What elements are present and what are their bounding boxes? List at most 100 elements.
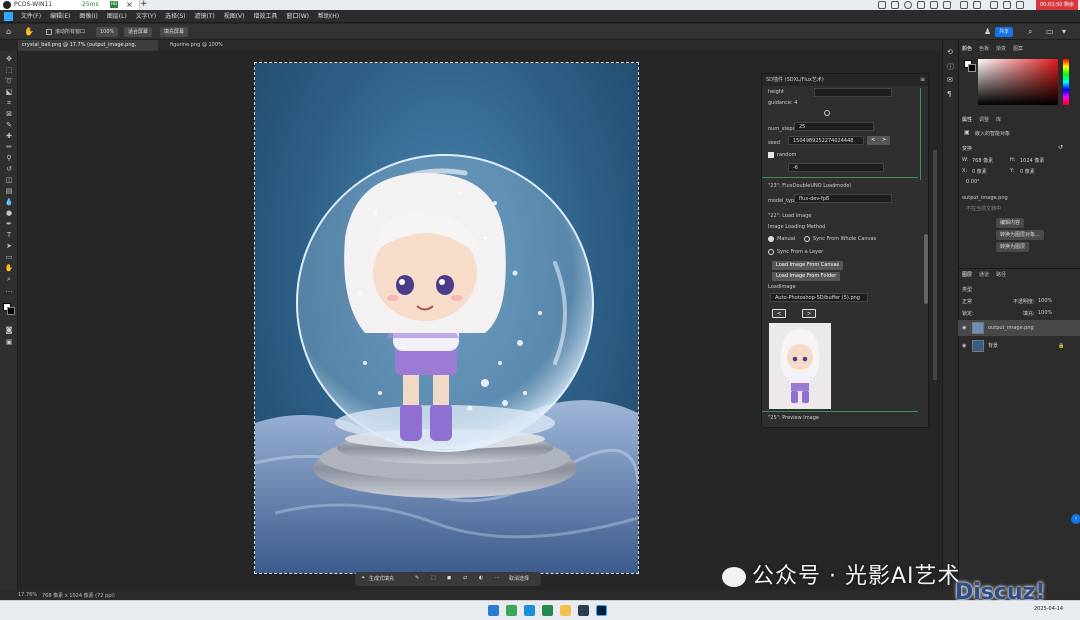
seed-input[interactable]: 1504989252274024448 [788, 136, 864, 145]
fit-screen-button[interactable]: 适合屏幕 [124, 27, 153, 37]
marquee-tool-icon[interactable]: ⬚ [4, 66, 14, 74]
menu-window[interactable]: 窗口(W) [286, 10, 309, 23]
bg-color-chip[interactable] [968, 64, 976, 72]
menu-layer[interactable]: 图层(L) [107, 10, 127, 23]
random-checkbox[interactable] [768, 152, 774, 158]
shape-tool-icon[interactable]: ▭ [4, 253, 14, 261]
loadimage-select[interactable]: Auto-Photoshop-SD/buffer (5).png [770, 293, 868, 302]
app-icon-green[interactable] [542, 605, 553, 616]
generative-fill-button[interactable]: 生成式填充 [369, 575, 394, 582]
brush-icon[interactable]: ✎ [415, 575, 419, 581]
background-color-swatch[interactable] [7, 307, 15, 315]
menu-type[interactable]: 文字(Y) [136, 10, 156, 23]
tab-paths[interactable]: 路径 [996, 271, 1006, 278]
pen-icon[interactable] [878, 1, 886, 9]
wechat-icon[interactable] [506, 605, 517, 616]
start-icon[interactable] [488, 605, 499, 616]
h-value[interactable]: 1024 像素 [1020, 157, 1044, 164]
adjust-icon[interactable]: ◐ [479, 575, 483, 581]
load-from-canvas-button[interactable]: Load Image From Canvas [772, 261, 844, 270]
healing-tool-icon[interactable]: ✚ [4, 132, 14, 140]
menu-select[interactable]: 选择(S) [165, 10, 186, 23]
height-input[interactable] [814, 88, 892, 97]
tab-layers[interactable]: 图层 [962, 271, 972, 278]
eyedropper-tool-icon[interactable]: ✎ [4, 121, 14, 129]
frame-tool-icon[interactable]: ⊠ [4, 110, 14, 118]
transform-icon[interactable]: ⬚ [431, 575, 436, 581]
menu-help[interactable]: 帮助(H) [318, 10, 339, 23]
image-next-button[interactable]: > [802, 309, 817, 318]
undo-icon[interactable] [960, 1, 968, 9]
arrow-icon[interactable] [917, 1, 925, 9]
arrange-icon[interactable]: ▾ [1062, 27, 1066, 36]
tab-gradients[interactable]: 渐变 [996, 45, 1006, 52]
layer-filter-select[interactable]: 类型 [962, 286, 972, 293]
menu-file[interactable]: 文件(F) [21, 10, 41, 23]
search-icon[interactable]: ⌕ [1028, 27, 1032, 37]
history-panel-icon[interactable]: ⟲ [947, 48, 953, 56]
tab-properties[interactable]: 属性 [962, 116, 972, 123]
close-icon[interactable] [1016, 1, 1024, 9]
eraser-tool-icon[interactable]: ◫ [4, 176, 14, 184]
lasso-tool-icon[interactable]: ➰ [4, 77, 14, 85]
plugin-scrollbar[interactable] [924, 234, 928, 304]
reset-transform-icon[interactable]: ↺ [1058, 144, 1063, 151]
object-select-tool-icon[interactable]: ⬕ [4, 88, 14, 96]
guidance-slider-knob[interactable] [824, 110, 830, 116]
tab-crystal-ball[interactable]: crystal_ball.png @ 17.7% (output_image.p… [18, 40, 158, 59]
tab-adjustments[interactable]: 调整 [979, 116, 989, 123]
menu-plugins[interactable]: 增效工具 [253, 10, 277, 23]
screen-mode-icon[interactable]: ▣ [4, 338, 14, 346]
more-icon[interactable]: ⋯ [495, 575, 500, 581]
invert-icon[interactable]: ⇄ [463, 575, 467, 581]
visibility-eye-icon[interactable]: ◉ [962, 338, 966, 354]
visibility-eye-icon[interactable]: ◉ [962, 320, 966, 336]
layer-row-background[interactable]: ◉ 背景 🔒 [958, 338, 1080, 354]
menu-edit[interactable]: 编辑(E) [50, 10, 70, 23]
new-tab-icon[interactable]: + [140, 0, 148, 9]
edge-icon[interactable] [524, 605, 535, 616]
text-icon[interactable] [930, 1, 938, 9]
person-icon[interactable]: ♟ [984, 27, 991, 36]
rasterize-button[interactable]: 转换为图层 [996, 242, 1030, 252]
home-icon[interactable]: ⌂ [6, 27, 11, 36]
rectangle-icon[interactable] [891, 1, 899, 9]
info-panel-icon[interactable]: ⓘ [947, 62, 954, 72]
comments-panel-icon[interactable]: ✉ [947, 76, 953, 84]
w-value[interactable]: 768 像素 [972, 157, 993, 164]
fill-value[interactable]: 100% [1038, 310, 1052, 316]
menu-image[interactable]: 图像(I) [79, 10, 97, 23]
y-value[interactable]: 0 像素 [1020, 168, 1035, 175]
crop-tool-icon[interactable]: ⌗ [4, 99, 14, 107]
tab-channels[interactable]: 通道 [979, 271, 989, 278]
random-select[interactable]: -6 [788, 163, 884, 172]
opacity-value[interactable]: 100% [1038, 298, 1052, 304]
hand-tool-icon[interactable]: ✋ [24, 27, 34, 36]
panel-menu-icon[interactable]: ≡ [920, 76, 925, 83]
image-prev-button[interactable]: < [772, 309, 787, 318]
minimize-icon[interactable] [990, 1, 998, 9]
collapse-panel-icon[interactable]: ‹ [1071, 514, 1080, 524]
x-value[interactable]: 0 像素 [972, 168, 987, 175]
tab-color[interactable]: 颜色 [962, 45, 972, 52]
tab-figurine[interactable]: figurine.png @ 100%(RGB/8#) [166, 40, 246, 59]
history-brush-icon[interactable]: ↺ [4, 165, 14, 173]
workspace-icon[interactable]: ▭ [1046, 27, 1054, 36]
more-tools-icon[interactable]: … [4, 286, 14, 294]
paragraph-panel-icon[interactable]: ¶ [947, 90, 951, 98]
fill-screen-button[interactable]: 填充屏幕 [160, 27, 189, 37]
convert-to-layers-button[interactable]: 转换为图层对象... [996, 230, 1044, 240]
manual-radio[interactable] [768, 236, 774, 242]
document-canvas[interactable] [254, 62, 639, 574]
zoom-tool-icon[interactable]: ⌕ [4, 275, 14, 283]
angle-value[interactable]: 0.00° [966, 179, 980, 185]
move-tool-icon[interactable]: ✥ [4, 55, 14, 63]
photoshop-taskbar-icon[interactable] [596, 605, 607, 616]
model-type-select[interactable]: flux-dev-fp8 [794, 194, 892, 203]
tab-swatches[interactable]: 色板 [979, 45, 989, 52]
hue-slider[interactable] [1063, 59, 1069, 105]
menu-filter[interactable]: 滤镜(T) [194, 10, 214, 23]
hand-tool-left-icon[interactable]: ✋ [4, 264, 14, 272]
eraser-icon[interactable] [943, 1, 951, 9]
close-tab-icon[interactable]: × [126, 0, 133, 9]
